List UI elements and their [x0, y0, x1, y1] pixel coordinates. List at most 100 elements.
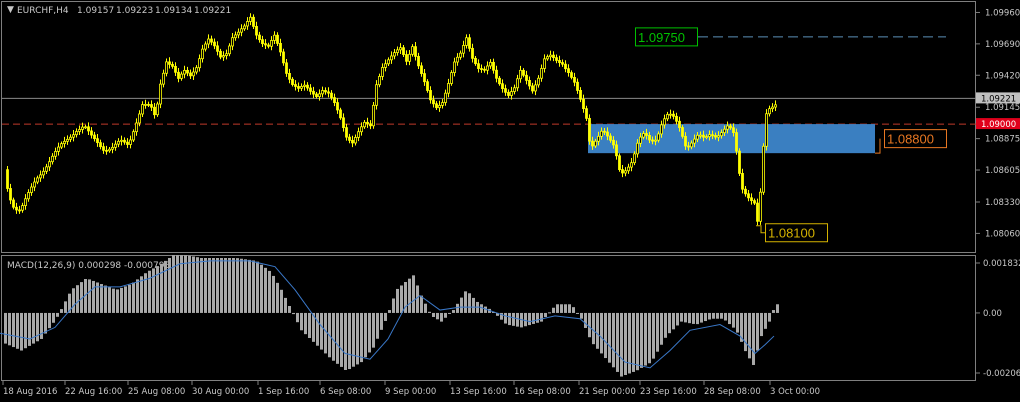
candle-body: [723, 128, 726, 134]
candle-body: [381, 67, 384, 77]
candle-body: [498, 77, 501, 85]
candle-body: [615, 144, 618, 157]
macd-histogram-bar: [108, 287, 111, 313]
macd-histogram-bar: [448, 312, 451, 314]
candle-body: [168, 61, 171, 65]
candle-body: [645, 133, 648, 136]
macd-histogram-bar: [764, 312, 767, 329]
candle-body: [126, 141, 129, 145]
macd-histogram-bar: [428, 311, 431, 313]
candle-body: [237, 31, 240, 36]
macd-histogram-bar: [160, 263, 163, 313]
candle-body: [765, 113, 768, 147]
macd-histogram-bar: [464, 291, 467, 313]
macd-histogram-bar: [632, 312, 635, 372]
candle-body: [171, 63, 174, 67]
candle-body: [582, 98, 585, 110]
candle-body: [732, 127, 735, 133]
candle-body: [114, 143, 117, 148]
candle-body: [321, 90, 324, 95]
candle-body: [243, 25, 246, 30]
time-tick-label: 30 Aug 00:00: [192, 387, 249, 397]
macd-histogram-bar: [552, 307, 555, 313]
candle-body: [489, 61, 492, 67]
candle-body: [447, 83, 450, 94]
time-tick-label: 6 Sep 08:00: [320, 387, 371, 397]
candle-body: [66, 138, 69, 142]
candle-body: [117, 140, 120, 145]
candle-body: [717, 135, 720, 138]
macd-histogram-bar: [308, 312, 311, 338]
candle-body: [525, 74, 528, 81]
price-tick-label: 1.08330: [985, 198, 1020, 208]
price-tick-label: 1.08875: [985, 135, 1020, 145]
macd-histogram-bar: [708, 312, 711, 320]
macd-histogram-bar: [268, 270, 271, 313]
candle-body: [204, 43, 207, 50]
macd-histogram-bar: [696, 312, 699, 325]
macd-axis: 0.001832 0.00 -0.002069: [976, 259, 1020, 379]
candle-body: [714, 135, 717, 138]
candle-body: [315, 93, 318, 97]
candle-body: [129, 139, 132, 145]
candle-body: [669, 113, 672, 116]
price-tick-label: 1.08060: [985, 229, 1020, 239]
macd-histogram-bar: [288, 306, 291, 313]
candle-body: [585, 108, 588, 119]
macd-histogram-bar: [152, 268, 155, 313]
candle-body: [318, 93, 321, 97]
chart-window[interactable]: ▼ EURCHF,H4 1.09157 1.09223 1.09134 1.09…: [0, 0, 1020, 402]
macd-histogram-bar: [744, 312, 747, 352]
candle-body: [147, 103, 150, 106]
candle-body: [285, 62, 288, 74]
candle-body: [666, 114, 669, 120]
candle-body: [375, 84, 378, 106]
macd-histogram-bar: [724, 312, 727, 321]
candle-body: [15, 206, 18, 211]
candle-body: [396, 49, 399, 54]
macd-histogram-bar: [236, 258, 239, 313]
candle-body: [588, 117, 591, 142]
macd-histogram-bar: [612, 312, 615, 368]
macd-histogram-bar: [668, 312, 671, 334]
candle-body: [462, 45, 465, 54]
candle-body: [135, 122, 138, 133]
macd-histogram-bar: [388, 310, 391, 313]
candle-body: [84, 126, 87, 129]
candle-body: [387, 59, 390, 65]
macd-histogram-bar: [164, 260, 167, 313]
macd-histogram-bar: [416, 285, 419, 313]
macd-histogram-bar: [676, 312, 679, 326]
candle-body: [282, 51, 285, 64]
candle-body: [246, 21, 249, 27]
candle-body: [612, 139, 615, 146]
chart-canvas[interactable]: ▼ EURCHF,H4 1.09157 1.09223 1.09134 1.09…: [0, 0, 1020, 402]
candle-body: [606, 131, 609, 137]
macd-histogram-bar: [528, 312, 531, 326]
candle-body: [729, 125, 732, 129]
candle-body: [744, 188, 747, 195]
candle-body: [690, 142, 693, 148]
candle-body: [573, 76, 576, 83]
macd-histogram-bar: [340, 312, 343, 367]
macd-histogram-bar: [104, 285, 107, 313]
macd-histogram-bar: [24, 312, 27, 349]
macd-histogram-bar: [760, 312, 763, 337]
macd-histogram-bar: [228, 258, 231, 313]
candle-body: [570, 72, 573, 78]
macd-histogram-bar: [512, 312, 515, 326]
candle-body: [456, 56, 459, 63]
candle-body: [87, 126, 90, 132]
macd-histogram-bar: [564, 304, 567, 313]
candle-body: [45, 166, 48, 172]
macd-histogram-bar: [440, 312, 443, 322]
candle-body: [492, 61, 495, 71]
time-tick-label: 1 Sep 16:00: [258, 387, 309, 397]
candle-body: [54, 151, 57, 157]
candle-body: [339, 109, 342, 119]
candle-body: [99, 142, 102, 148]
support-label-connector: [756, 225, 765, 234]
candle-body: [72, 134, 75, 138]
menu-arrow-icon[interactable]: ▼: [7, 5, 14, 15]
candle-body: [600, 130, 603, 137]
